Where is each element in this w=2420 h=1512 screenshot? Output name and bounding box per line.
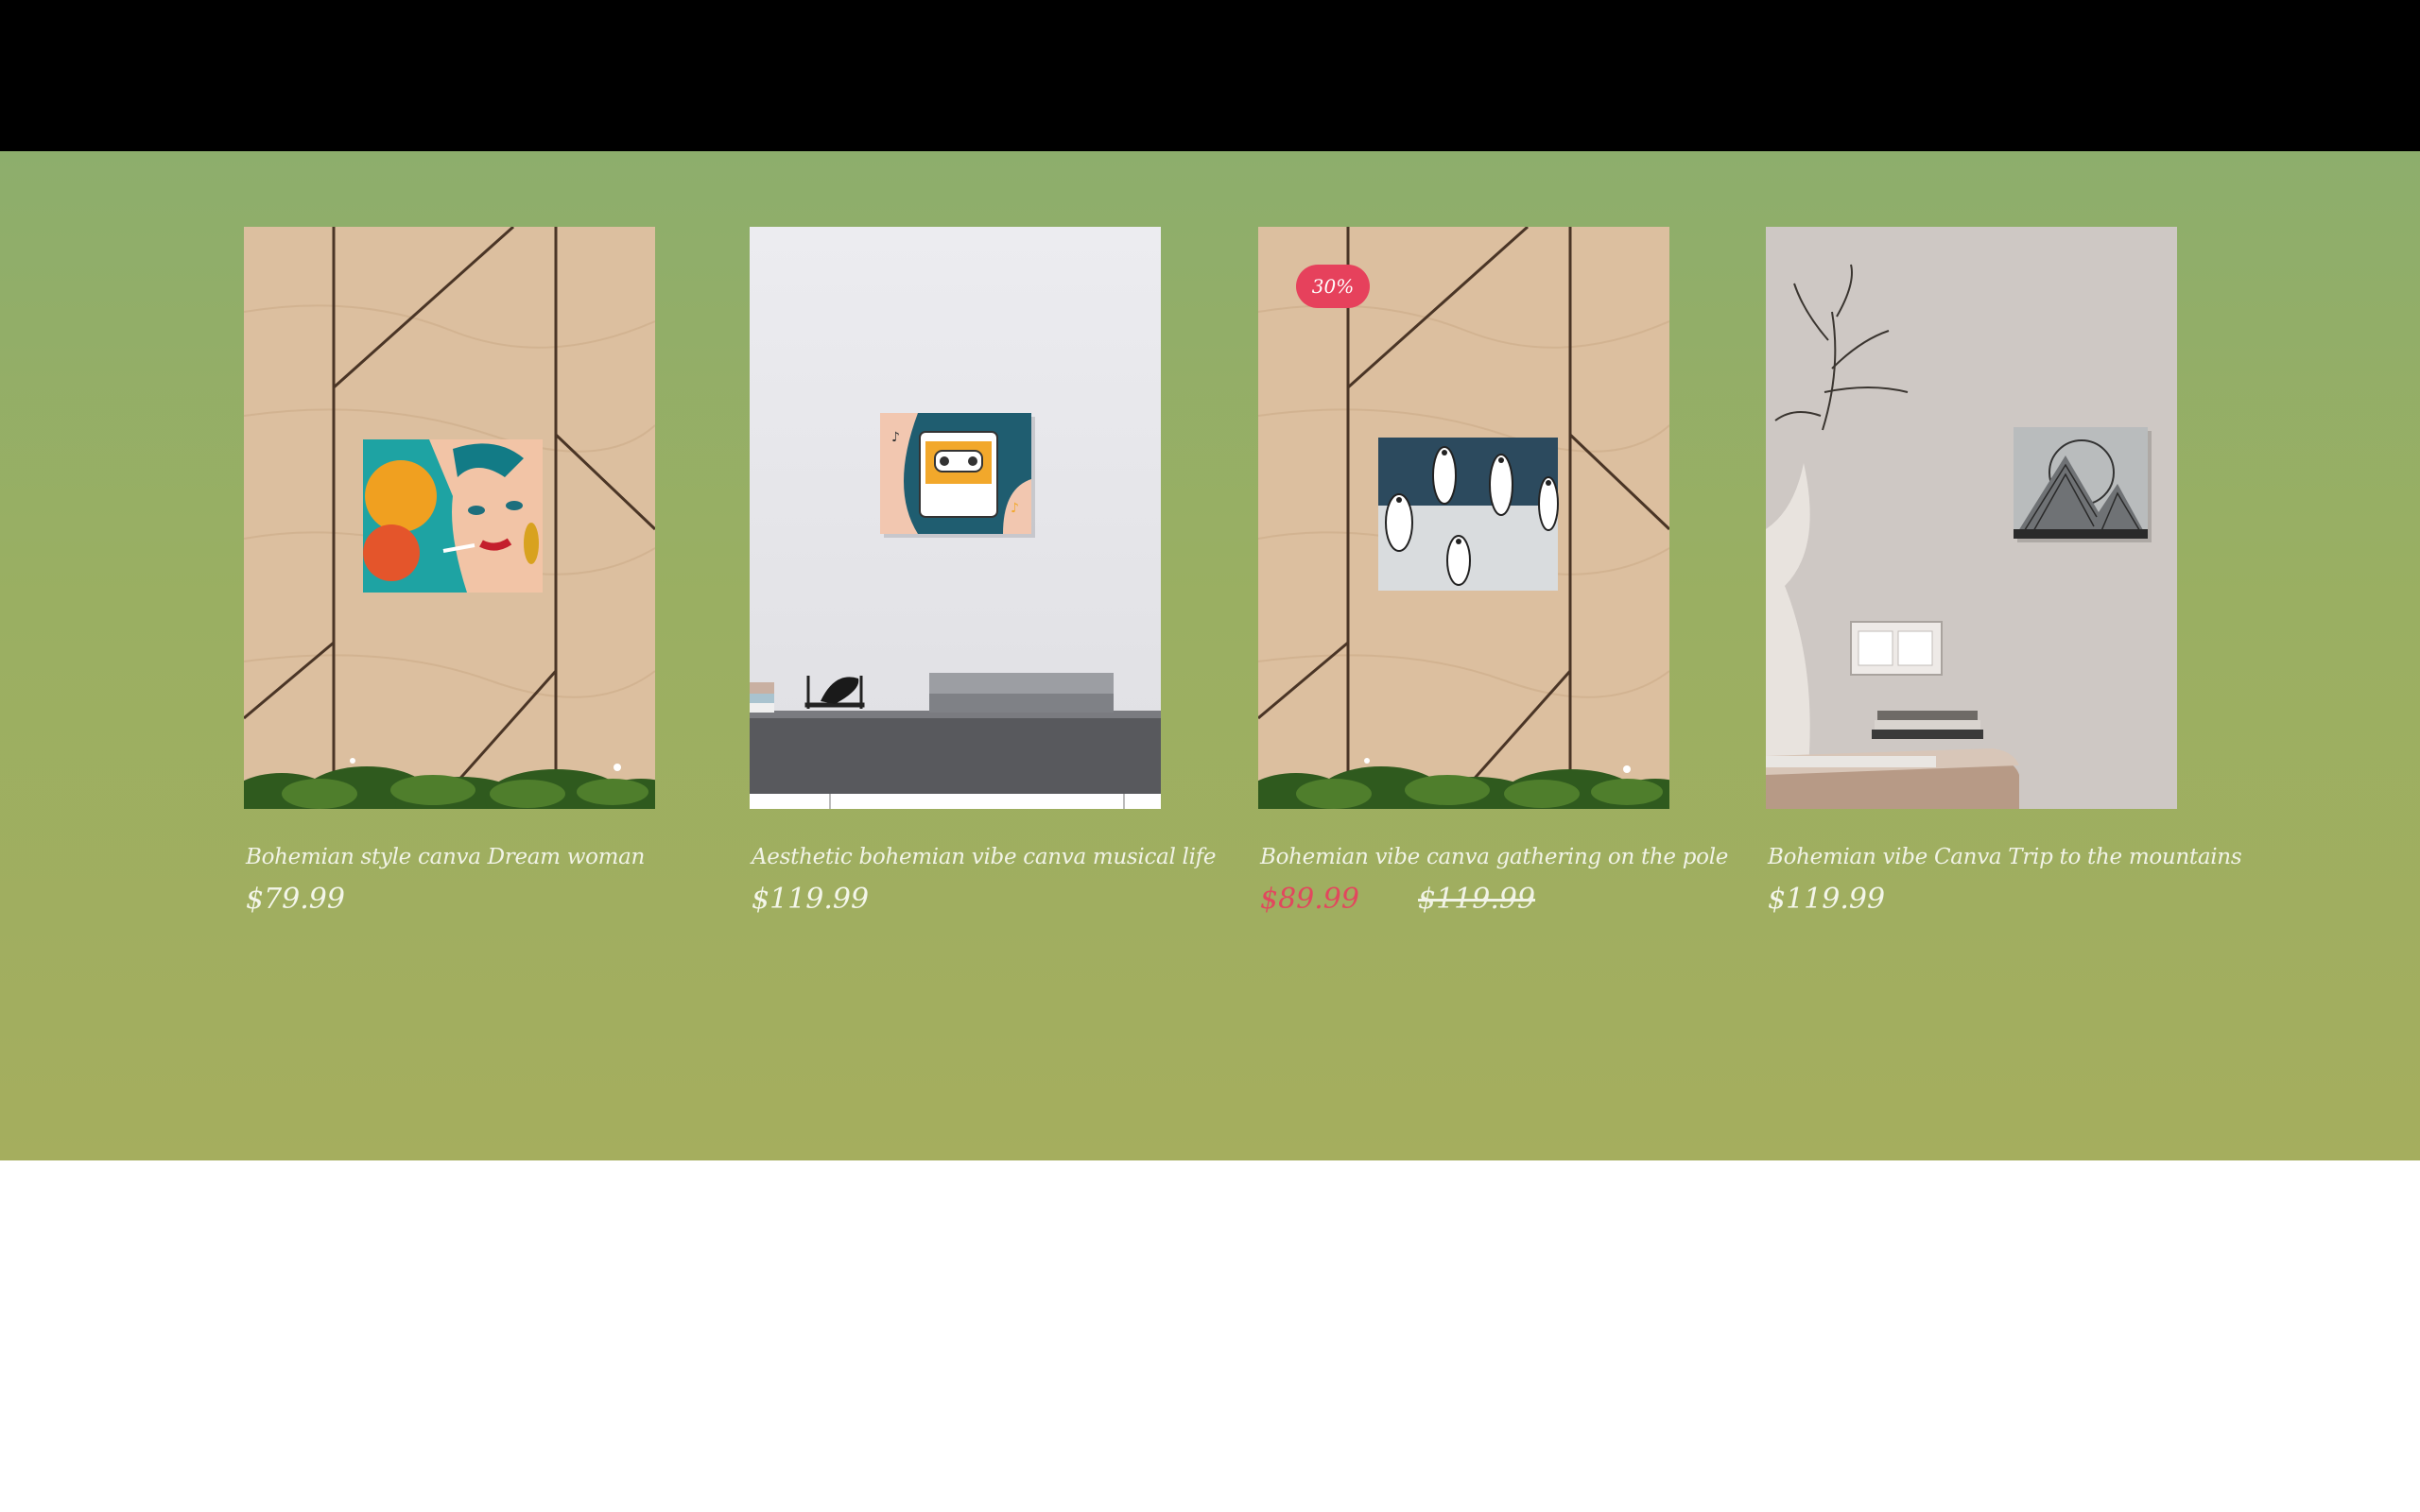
product-card[interactable]: 30% Bohemian vibe canva gathering on the… bbox=[1258, 227, 1728, 916]
product-title[interactable]: Bohemian style canva Dream woman bbox=[246, 845, 737, 869]
product-image[interactable] bbox=[244, 227, 655, 809]
product-title[interactable]: Bohemian vibe canva gathering on the pol… bbox=[1260, 845, 1752, 869]
product-image[interactable] bbox=[1766, 227, 2177, 809]
product-image[interactable]: ♪ ♪ bbox=[750, 227, 1161, 809]
svg-text:♪: ♪ bbox=[1011, 501, 1019, 516]
svg-text:♪: ♪ bbox=[891, 430, 900, 445]
original-price: $119.99 bbox=[1417, 883, 1536, 916]
product-card[interactable]: Bohemian vibe Canva Trip to the mountain… bbox=[1766, 227, 2242, 916]
discount-badge: 30% bbox=[1296, 265, 1370, 308]
product-card[interactable]: ♪ ♪ Aesthetic bohemian vibe canva musica… bbox=[750, 227, 1216, 916]
product-price: $119.99 bbox=[752, 883, 870, 916]
sale-price: $89.99 bbox=[1260, 883, 1359, 916]
product-price: $79.99 bbox=[246, 883, 345, 916]
product-title[interactable]: Aesthetic bohemian vibe canva musical li… bbox=[752, 845, 1243, 869]
top-header-bar bbox=[0, 0, 2420, 151]
page-footer-blank bbox=[0, 1160, 2420, 1512]
product-price: $119.99 bbox=[1768, 883, 1886, 916]
product-card[interactable]: Bohemian style canva Dream woman $79.99 bbox=[244, 227, 655, 916]
product-grid-section: Bohemian style canva Dream woman $79.99 bbox=[0, 151, 2420, 1160]
product-image[interactable]: 30% bbox=[1258, 227, 1669, 809]
product-title[interactable]: Bohemian vibe Canva Trip to the mountain… bbox=[1768, 845, 2259, 869]
